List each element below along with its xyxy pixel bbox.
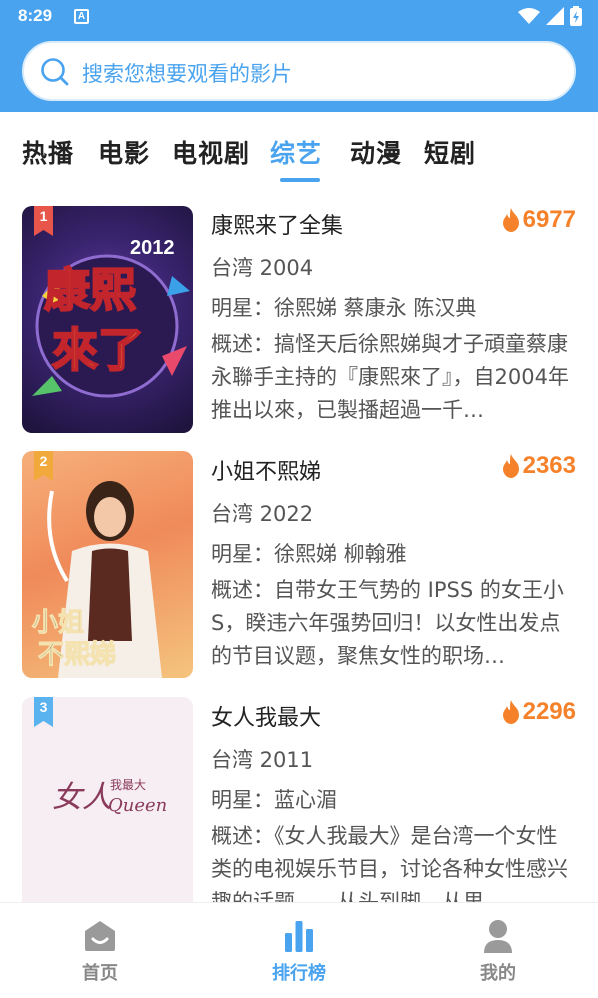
- item-region-year: 台湾 2004: [211, 256, 314, 280]
- item-title: 小姐不熙娣: [211, 460, 322, 485]
- item-description: 概述：自带女王气势的 IPSS 的女王小S，睽违六年强势回归！以女性出发点的节目…: [211, 578, 564, 668]
- notification-a-icon: A: [74, 9, 89, 24]
- svg-text:不熙娣: 不熙娣: [38, 640, 116, 670]
- heat-count: 2296: [501, 698, 576, 726]
- svg-text:來了: 來了: [52, 323, 144, 377]
- home-icon: [85, 921, 115, 951]
- item-description: 概述：《女人我最大》是台湾一个女性类的电视娱乐节目，讨论各种女性感兴趣的话题——…: [211, 824, 568, 902]
- status-icons: [518, 6, 582, 26]
- nav-home[interactable]: 首页: [40, 919, 160, 985]
- list-item[interactable]: 女人 我最大 Queen 3 女人我最大 2296 台湾 2011 明星：蓝心湄…: [0, 688, 598, 902]
- poster-art: 女人 我最大 Queen: [52, 778, 167, 816]
- bottom-nav: 首页 排行榜 我的: [0, 902, 598, 998]
- item-cast: 明星：蓝心湄: [211, 788, 337, 812]
- search-icon: [41, 58, 69, 86]
- poster-art: 小姐 不熙娣: [32, 481, 162, 678]
- heat-count: 6977: [501, 206, 576, 234]
- svg-text:Queen: Queen: [108, 795, 167, 816]
- poster-image: 2012 康熙 來了 1: [22, 206, 193, 433]
- item-title: 康熙来了全集: [211, 214, 344, 239]
- poster-image: 小姐 不熙娣 2: [22, 451, 193, 678]
- nav-profile[interactable]: 我的: [438, 919, 558, 985]
- svg-text:2012: 2012: [130, 237, 175, 259]
- nav-home-label: 首页: [82, 963, 118, 984]
- fire-icon: [502, 208, 519, 232]
- svg-text:女人: 女人: [52, 780, 112, 815]
- item-region-year: 台湾 2022: [211, 502, 314, 526]
- tab-hot[interactable]: 热播: [22, 134, 74, 170]
- tab-tv-series[interactable]: 电视剧: [172, 134, 250, 170]
- item-description: 概述：搞怪天后徐熙娣與才子頑童蔡康永聯手主持的『康熙來了』，自2004年推出以來…: [211, 332, 569, 422]
- battery-icon: [570, 6, 582, 26]
- tab-movie[interactable]: 电影: [98, 134, 150, 170]
- wifi-icon: [518, 8, 540, 24]
- search-placeholder: 搜索您想要观看的影片: [82, 62, 292, 86]
- nav-ranking[interactable]: 排行榜: [239, 919, 359, 985]
- nav-profile-label: 我的: [480, 963, 516, 984]
- list-item[interactable]: 小姐 不熙娣 2 小姐不熙娣 2363 台湾 2022 明星：徐熙娣 柳翰雅 概…: [0, 442, 598, 688]
- nav-ranking-label: 排行榜: [272, 963, 326, 984]
- profile-icon: [484, 920, 512, 953]
- rank-badge: 2: [34, 451, 53, 481]
- fire-icon: [502, 700, 519, 724]
- item-region-year: 台湾 2011: [211, 748, 314, 772]
- signal-icon: [546, 7, 564, 25]
- rank-badge: 3: [34, 697, 53, 727]
- tab-short-drama[interactable]: 短剧: [424, 134, 476, 170]
- rank-badge: 1: [34, 206, 53, 236]
- list-item[interactable]: 2012 康熙 來了 1 康熙来了全集 6977 台湾 2004 明星：徐熙娣 …: [0, 196, 598, 442]
- search-input[interactable]: 搜索您想要观看的影片: [22, 41, 576, 101]
- ranking-icon: [285, 921, 313, 952]
- item-cast: 明星：徐熙娣 柳翰雅: [211, 542, 407, 566]
- poster-image: 女人 我最大 Queen 3: [22, 697, 193, 902]
- fire-icon: [502, 454, 519, 478]
- tab-variety[interactable]: 综艺: [270, 134, 322, 170]
- status-time: 8:29: [18, 6, 53, 25]
- item-cast: 明星：徐熙娣 蔡康永 陈汉典: [211, 296, 477, 320]
- status-bar: 8:29 A: [0, 0, 598, 34]
- ranking-list: 2012 康熙 來了 1 康熙来了全集 6977 台湾 2004 明星：徐熙娣 …: [0, 196, 598, 902]
- active-tab-indicator: [280, 178, 320, 182]
- poster-art: 2012 康熙 來了: [32, 237, 190, 398]
- svg-text:康熙: 康熙: [44, 263, 136, 317]
- tab-anime[interactable]: 动漫: [350, 134, 402, 170]
- svg-text:我最大: 我最大: [110, 778, 146, 792]
- heat-count: 2363: [501, 452, 576, 480]
- svg-text:小姐: 小姐: [32, 608, 84, 638]
- item-title: 女人我最大: [211, 706, 322, 731]
